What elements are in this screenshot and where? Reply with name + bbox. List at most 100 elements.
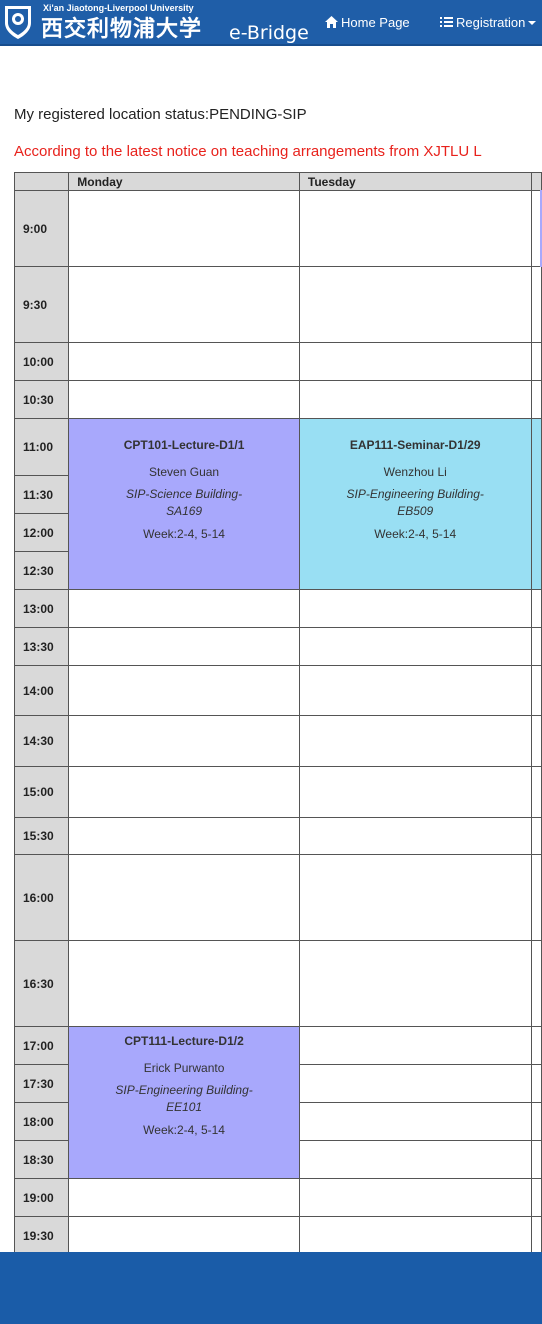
class-teacher: Wenzhou Li bbox=[383, 465, 447, 479]
class-title: EAP111-Seminar-D1/29 bbox=[349, 438, 481, 452]
class-weeks: Week:2-4, 5-14 bbox=[143, 527, 225, 541]
time-label: 18:00 bbox=[13, 1102, 70, 1141]
empty-slot bbox=[530, 766, 542, 818]
time-label: 12:00 bbox=[13, 513, 70, 552]
top-navbar: Xi'an Jiaotong-Liverpool University 西交利物… bbox=[0, 0, 542, 46]
page-footer bbox=[0, 1252, 542, 1324]
empty-slot bbox=[298, 190, 532, 267]
empty-slot bbox=[298, 1140, 532, 1179]
status-value: PENDING-SIP bbox=[209, 106, 307, 123]
empty-slot bbox=[530, 817, 542, 855]
day-header-monday: Monday bbox=[68, 172, 300, 191]
empty-slot bbox=[530, 1216, 542, 1255]
empty-slot bbox=[298, 589, 532, 628]
empty-slot bbox=[530, 665, 542, 716]
time-label: 19:30 bbox=[13, 1216, 70, 1255]
day-header-tuesday: Tuesday bbox=[298, 172, 532, 191]
status-label: My registered location status: bbox=[14, 106, 210, 123]
empty-slot bbox=[298, 1178, 532, 1217]
timetable: Monday Tuesday 9:00 9:30 10:00 10:30 11:… bbox=[13, 172, 542, 1255]
empty-slot bbox=[530, 1064, 542, 1103]
time-label: 9:30 bbox=[13, 266, 70, 343]
time-label: 10:30 bbox=[13, 380, 70, 419]
class-weeks: Week:2-4, 5-14 bbox=[143, 1123, 225, 1137]
empty-slot bbox=[530, 854, 542, 941]
empty-slot bbox=[68, 1178, 300, 1217]
brand-product-name[interactable]: e-Bridge bbox=[229, 21, 309, 44]
time-label: 16:00 bbox=[13, 854, 70, 941]
time-label: 14:00 bbox=[13, 665, 70, 716]
time-label: 13:30 bbox=[13, 627, 70, 666]
empty-slot bbox=[530, 1178, 542, 1217]
class-title: CPT101-Lecture-D1/1 bbox=[123, 438, 245, 452]
empty-slot bbox=[530, 380, 542, 419]
empty-slot bbox=[530, 1140, 542, 1179]
empty-slot bbox=[68, 342, 300, 381]
list-icon bbox=[440, 17, 453, 27]
empty-slot bbox=[68, 190, 300, 267]
university-shield-logo-icon[interactable] bbox=[3, 3, 33, 41]
chevron-down-icon bbox=[528, 21, 537, 25]
class-title: CPT111-Lecture-D1/2 bbox=[124, 1034, 244, 1048]
time-label: 15:00 bbox=[13, 766, 70, 818]
empty-slot bbox=[298, 766, 532, 818]
empty-slot bbox=[68, 665, 300, 716]
time-label: 11:00 bbox=[13, 418, 70, 476]
time-label: 15:30 bbox=[13, 817, 70, 855]
class-block-cpt101[interactable]: CPT101-Lecture-D1/1 Steven Guan SIP-Scie… bbox=[68, 418, 300, 590]
time-label: 11:30 bbox=[13, 475, 70, 514]
empty-slot bbox=[298, 665, 532, 716]
empty-slot bbox=[298, 940, 532, 1027]
empty-slot bbox=[68, 715, 300, 767]
empty-slot bbox=[68, 266, 300, 343]
class-teacher: Steven Guan bbox=[149, 465, 220, 479]
nav-registration-dropdown[interactable]: Registration bbox=[440, 15, 537, 30]
day-header-next bbox=[530, 172, 542, 191]
empty-slot bbox=[530, 1026, 542, 1065]
class-room: SIP-Engineering Building-EB509 bbox=[346, 487, 484, 518]
empty-slot bbox=[298, 1026, 532, 1065]
teaching-notice[interactable]: According to the latest notice on teachi… bbox=[14, 143, 482, 160]
brand-english-name: Xi'an Jiaotong-Liverpool University bbox=[43, 3, 194, 13]
empty-slot bbox=[530, 940, 542, 1027]
empty-slot bbox=[68, 1216, 300, 1255]
class-block-cpt111[interactable]: CPT111-Lecture-D1/2 Erick Purwanto SIP-E… bbox=[68, 1026, 300, 1179]
time-label: 14:30 bbox=[13, 715, 70, 767]
brand-chinese-name[interactable]: 西交利物浦大学 bbox=[41, 16, 202, 42]
time-label: 12:30 bbox=[13, 551, 70, 590]
empty-slot bbox=[530, 715, 542, 767]
empty-slot bbox=[68, 854, 300, 941]
empty-slot bbox=[298, 817, 532, 855]
class-room: SIP-Engineering Building-EE101 bbox=[115, 1083, 253, 1114]
empty-slot bbox=[298, 627, 532, 666]
location-status: My registered location status:PENDING-SI… bbox=[14, 106, 307, 123]
time-label: 10:00 bbox=[13, 342, 70, 381]
timetable-corner bbox=[13, 172, 70, 191]
class-block-eap111[interactable]: EAP111-Seminar-D1/29 Wenzhou Li SIP-Engi… bbox=[298, 418, 532, 590]
empty-slot bbox=[530, 589, 542, 628]
empty-slot bbox=[298, 342, 532, 381]
empty-slot bbox=[530, 418, 542, 590]
empty-slot bbox=[298, 380, 532, 419]
nav-home-label: Home Page bbox=[341, 15, 410, 30]
time-label: 16:30 bbox=[13, 940, 70, 1027]
time-label: 19:00 bbox=[13, 1178, 70, 1217]
home-icon bbox=[325, 16, 338, 28]
empty-slot bbox=[298, 715, 532, 767]
class-teacher: Erick Purwanto bbox=[143, 1061, 225, 1075]
class-weeks: Week:2-4, 5-14 bbox=[374, 527, 457, 541]
empty-slot bbox=[298, 1216, 532, 1255]
empty-slot bbox=[530, 342, 542, 381]
empty-slot bbox=[68, 940, 300, 1027]
empty-slot bbox=[68, 380, 300, 419]
empty-slot bbox=[298, 266, 532, 343]
empty-slot bbox=[530, 190, 542, 267]
empty-slot bbox=[68, 817, 300, 855]
time-label: 18:30 bbox=[13, 1140, 70, 1179]
empty-slot bbox=[298, 854, 532, 941]
time-label: 13:00 bbox=[13, 589, 70, 628]
empty-slot bbox=[298, 1102, 532, 1141]
nav-home-link[interactable]: Home Page bbox=[325, 15, 410, 30]
empty-slot bbox=[530, 266, 542, 343]
empty-slot bbox=[68, 766, 300, 818]
